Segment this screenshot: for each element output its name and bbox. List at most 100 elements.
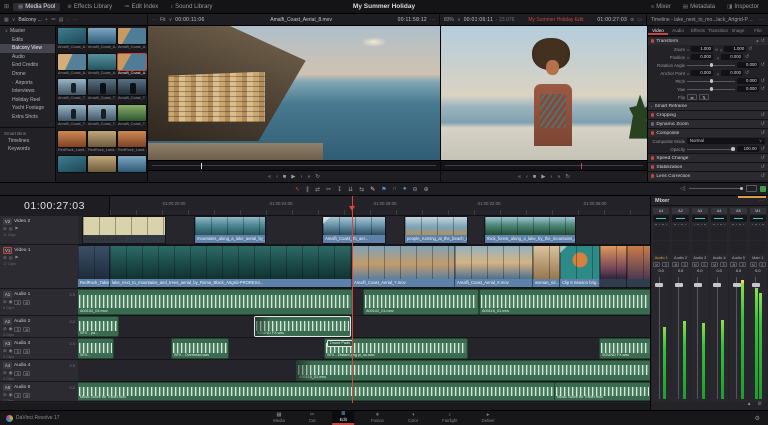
pan-control[interactable] [710,215,728,222]
timeline-clip[interactable] [627,246,650,287]
track-badge[interactable]: A5 [3,384,12,391]
timeline-ruler[interactable]: 01:00:20:00 01:00:24:00 01:00:28:00 01:00:3… [110,196,650,216]
reset-icon[interactable]: ↺ [761,164,765,170]
record-arm-icon[interactable]: ◉ [9,370,13,376]
sidebar-item-airports[interactable]: › Airports [0,79,55,88]
mute-button[interactable]: M [691,262,699,267]
lock-icon[interactable]: ⊘ [3,348,7,354]
mixer-strip-a1[interactable]: A1 Audio 1 M S 0.0 [652,207,671,402]
media-thumbnail[interactable] [118,104,146,121]
record-arm-icon[interactable]: ◉ [9,392,13,398]
tab-image[interactable]: Image [728,26,748,35]
snapping-button[interactable]: ∩ [393,186,397,192]
track-header-a5[interactable]: A5 Audio 5 2.0 ⊘ ◉ S M 2 Clips [0,382,78,402]
flip-horizontal-button[interactable]: ⇄ [687,94,697,100]
track-header-a1[interactable]: A1 Audio 1 2.0 ⊘ ◉ S M 6 Clips [0,289,78,316]
toggle-dot[interactable] [651,165,655,169]
timeline-clip[interactable]: Clip 6 Season brig... [560,246,600,287]
timeline-clip[interactable]: Music Score for Trailer.mov [78,383,555,400]
options-icon[interactable]: ⋯ [759,198,764,204]
reset-icon[interactable]: ↺ [761,78,765,84]
volume-fader[interactable] [653,275,669,401]
lock-icon[interactable]: ⊘ [3,392,7,398]
smart-bin-keywords[interactable]: Keywords [0,145,55,154]
dynamics-panel[interactable] [672,241,689,254]
dynamics-panel[interactable] [653,241,670,254]
volume-fader[interactable] [692,275,708,401]
timeline-name-dropdown[interactable]: My Summer Holiday Edit [517,17,594,23]
timeline-viewer[interactable] [440,26,647,170]
mute-button[interactable]: M [749,262,757,267]
tab-transition[interactable]: Transition [708,26,728,35]
solo-button[interactable]: S [758,262,766,267]
section-dynamic-zoom[interactable]: Dynamic Zoom ↺ [648,119,768,128]
eq-panel[interactable] [710,227,728,240]
timeline-clip[interactable]: Amalfi_Coast_Aerial_8.mov [455,246,533,287]
top-tab-sound-library[interactable]: ♪ Sound Library [165,3,217,11]
mute-button[interactable]: M [23,348,31,354]
media-clip[interactable]: RedRock_Land... [58,130,86,155]
go-to-end-button[interactable]: » [307,174,310,180]
mixer-strip-a5[interactable]: A5 Audio 5 M S 0.0 [729,207,748,402]
reset-icon[interactable]: ↺ [761,155,765,161]
stop-button[interactable]: ■ [533,174,536,180]
media-clip[interactable]: Amalfi_Coast_A... [118,28,146,52]
record-arm-icon[interactable]: ◉ [9,299,13,305]
media-clip[interactable]: Amalfi_Coast_T... [58,104,86,129]
anchor-y-input[interactable]: 0.000 [721,69,743,77]
pitch-input[interactable]: 0.000 [736,77,759,85]
wand-icon[interactable]: ⊛ [630,17,634,23]
mute-button[interactable]: M [23,326,31,332]
timeline-track-a5[interactable]: Music Score for Trailer.mov Music Score f… [78,382,650,402]
reset-icon[interactable]: ↺ [748,46,752,52]
zoom-x-input[interactable]: 1.000 [691,45,713,53]
composite-mode-select[interactable]: Normal ∨ [687,137,765,145]
source-zoom-dropdown[interactable]: Fit [160,17,166,23]
media-thumbnail[interactable] [118,130,146,147]
section-transform[interactable]: Transform ◆ ↺ [648,36,768,45]
timeline-clip[interactable]: woman_rid... [533,246,560,287]
media-thumbnail[interactable] [88,28,116,44]
timeline-track-a2[interactable]: SFX - pa... SOUND FX.wav [78,316,650,338]
lock-icon[interactable]: ⊘ [3,226,7,232]
media-clip[interactable]: Amalfi_Coast_A... [118,53,146,78]
sidebar-item-audio[interactable]: Audio [0,53,55,62]
top-tab-mixer[interactable]: ≡ Mixer [646,3,676,11]
reset-icon[interactable]: ↺ [761,112,765,118]
media-thumbnail[interactable] [58,28,86,44]
toggle-dot[interactable] [651,156,655,160]
reset-icon[interactable]: ↺ [761,146,765,152]
media-clip[interactable] [88,156,116,180]
tab-effects[interactable]: Effects [688,26,708,35]
anchor-x-input[interactable]: 0.000 [691,69,713,77]
fader-knob[interactable] [732,283,741,287]
volume-fader[interactable] [730,275,746,401]
fader-knob[interactable] [713,283,722,287]
overwrite-clip-button[interactable]: ⇊ [348,186,353,193]
section-speed-change[interactable]: Speed Change ↺ [648,153,768,162]
lock-icon[interactable]: ⊘ [3,255,7,261]
flag-icon[interactable]: ⚑ [14,255,18,261]
zoom-out-button[interactable]: ⊖ [413,186,418,193]
media-clip[interactable]: RedRock_Land... [88,130,116,155]
track-badge[interactable]: A1 [3,291,12,298]
window-grid-icon[interactable]: ⊞ [4,3,9,10]
media-clip[interactable]: Amalfi_Coast_A... [58,28,86,52]
mute-button[interactable]: M [730,262,738,267]
expand-icon[interactable]: › [651,104,653,109]
sidebar-item-master[interactable]: ∨ Master [0,27,55,36]
selection-tool[interactable]: ↖ [295,186,300,193]
media-thumbnail[interactable] [88,156,116,173]
track-header-a4[interactable]: A4 Audio 4 2.0 ⊘ ◉ S M 3 Clips [0,360,78,382]
track-badge[interactable]: A4 [3,362,12,369]
timeline-track-a3[interactable]: SFX... SFX - Overhead.wav Drone Pads SFX - … [78,338,650,360]
section-cropping[interactable]: Cropping ↺ [648,110,768,119]
reset-icon[interactable]: ↺ [745,54,749,60]
solo-button[interactable]: S [739,262,747,267]
page-color[interactable]: ◑ Color [401,411,425,425]
timeline-clip[interactable]: A00116_01.mov [480,290,650,314]
insert-clip-button[interactable]: ↧ [337,186,342,193]
blade-tool[interactable]: ✂ [326,186,331,193]
section-composite[interactable]: Composite ↺ [648,128,768,137]
settings-gear-icon[interactable]: ⚙ [755,415,768,422]
